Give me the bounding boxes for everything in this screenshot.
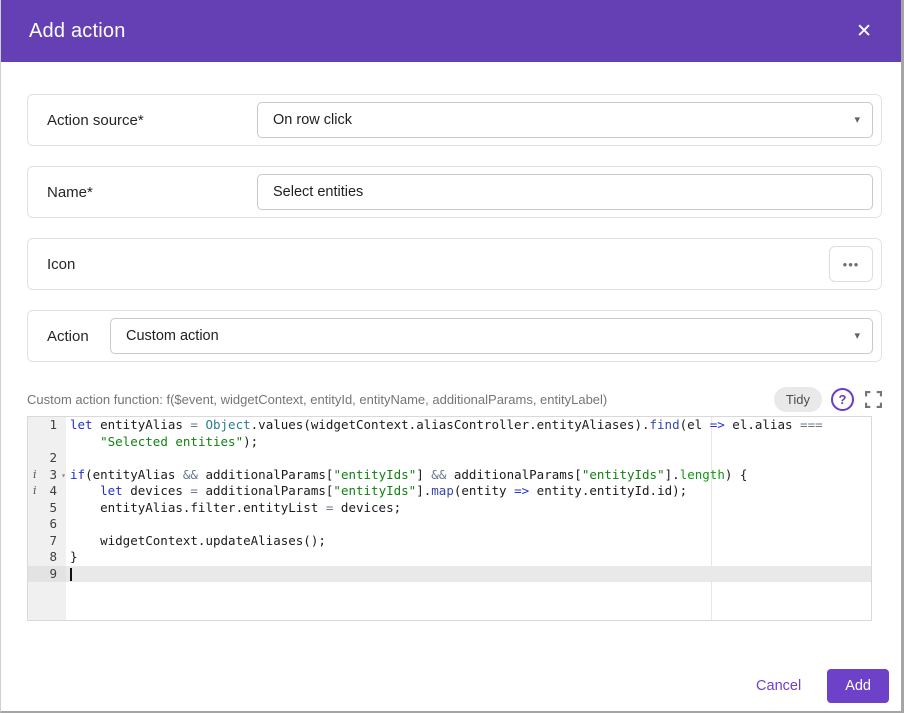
name-row: Name* bbox=[27, 166, 882, 218]
code-row: 6 bbox=[28, 516, 871, 533]
gutter-cell: 7 bbox=[28, 532, 66, 549]
dialog-title: Add action bbox=[29, 19, 126, 42]
gutter-cell: 6 bbox=[28, 516, 66, 533]
code-row: "Selected entities"); bbox=[28, 433, 871, 450]
add-button[interactable]: Add bbox=[827, 669, 889, 703]
action-source-row: Action source* On row click ▾ bbox=[27, 94, 882, 146]
dialog-footer: Cancel Add bbox=[1, 669, 901, 703]
action-source-label: Action source* bbox=[47, 111, 144, 129]
gutter-cell: i4 bbox=[28, 483, 66, 500]
action-value: Custom action bbox=[126, 328, 219, 344]
code-editor[interactable]: 1 let entityAlias = Object.values(widgetC… bbox=[27, 416, 872, 621]
code-row: 7 widgetContext.updateAliases(); bbox=[28, 532, 871, 549]
gutter-cell: 8 bbox=[28, 549, 66, 566]
action-source-select[interactable]: On row click ▾ bbox=[257, 102, 873, 138]
code-row: 5 entityAlias.filter.entityList = device… bbox=[28, 499, 871, 516]
gutter-cell bbox=[28, 433, 66, 450]
code-row: 9 bbox=[28, 565, 871, 582]
dialog-body: Action source* On row click ▾ Name* Icon… bbox=[1, 94, 901, 621]
code-row: 1 let entityAlias = Object.values(widgetC… bbox=[28, 417, 871, 434]
info-annotation-icon: i bbox=[33, 484, 37, 497]
action-source-value: On row click bbox=[273, 112, 352, 128]
text-cursor bbox=[70, 567, 72, 581]
chevron-down-icon: ▾ bbox=[854, 329, 860, 342]
function-toolbar: Custom action function: f($event, widget… bbox=[27, 386, 882, 412]
info-annotation-icon: i bbox=[33, 467, 37, 481]
tidy-button[interactable]: Tidy bbox=[773, 386, 822, 412]
dialog-header: Add action ✕ bbox=[1, 0, 901, 62]
gutter-cell: i 3 ▾ bbox=[28, 466, 66, 485]
action-row: Action Custom action ▾ bbox=[27, 310, 882, 362]
gutter-cell: 9 bbox=[28, 565, 66, 582]
cancel-button[interactable]: Cancel bbox=[744, 670, 813, 702]
chevron-down-icon: ▾ bbox=[854, 113, 860, 126]
code-row: i4 let devices = additionalParams["entit… bbox=[28, 483, 871, 500]
action-select[interactable]: Custom action ▾ bbox=[110, 318, 873, 354]
more-dots-icon: ••• bbox=[842, 256, 860, 272]
add-action-dialog: Add action ✕ Action source* On row click… bbox=[0, 0, 904, 713]
icon-picker-button[interactable]: ••• bbox=[829, 246, 873, 282]
icon-label: Icon bbox=[47, 255, 76, 273]
function-signature-label: Custom action function: f($event, widget… bbox=[27, 391, 608, 407]
name-input[interactable] bbox=[257, 174, 873, 210]
close-icon[interactable]: ✕ bbox=[854, 20, 874, 43]
code-row: 2 bbox=[28, 450, 871, 467]
icon-row: Icon ••• bbox=[27, 238, 882, 290]
name-label: Name* bbox=[47, 183, 93, 201]
gutter-cell: 2 bbox=[28, 450, 66, 467]
action-label: Action bbox=[47, 327, 89, 345]
gutter-cell: 5 bbox=[28, 499, 66, 516]
fold-arrow-icon[interactable]: ▾ bbox=[61, 468, 66, 485]
code-row: i 3 ▾ if(entityAlias && additionalParams["e… bbox=[28, 466, 871, 485]
code-rows: 1 let entityAlias = Object.values(widgetC… bbox=[28, 417, 871, 582]
help-icon[interactable]: ? bbox=[831, 387, 854, 411]
gutter-cell: 1 bbox=[28, 417, 66, 434]
code-row: 8} bbox=[28, 549, 871, 566]
fullscreen-icon[interactable] bbox=[865, 390, 882, 408]
